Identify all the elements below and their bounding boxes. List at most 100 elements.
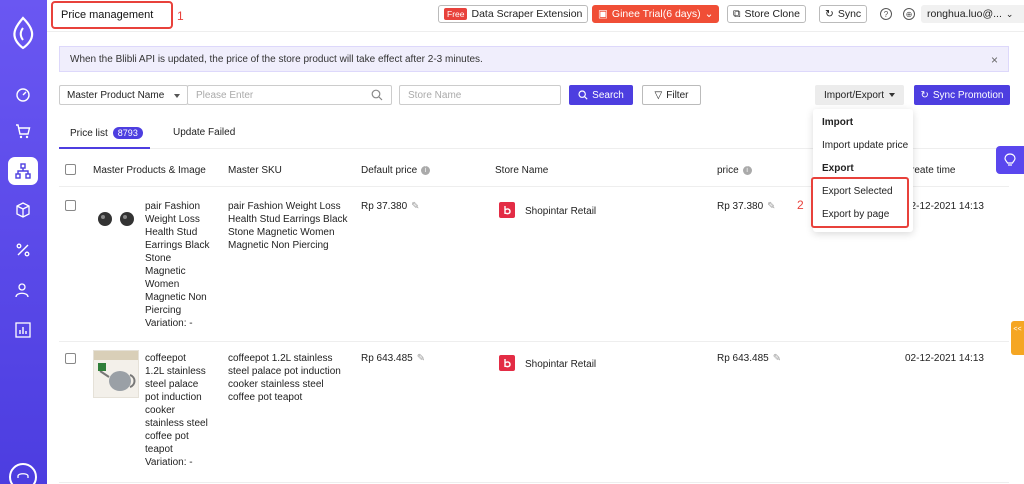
product-name: coffeepot 1.2L stainless steel palace po… bbox=[145, 353, 208, 468]
select-all-checkbox[interactable] bbox=[65, 164, 76, 175]
dashboard-icon[interactable] bbox=[8, 80, 38, 108]
store-name-input[interactable]: Store Name bbox=[399, 85, 561, 105]
free-tag: Free bbox=[444, 8, 468, 20]
sync-button[interactable]: ↻ Sync bbox=[819, 5, 868, 23]
export-highlight-box bbox=[811, 177, 909, 228]
field-select-value: Master Product Name bbox=[67, 90, 165, 101]
top-bar: Price management 1 Free Data Scraper Ext… bbox=[47, 0, 1024, 32]
import-update-price-item[interactable]: Import update price bbox=[822, 140, 908, 151]
edit-pencil-icon[interactable]: ✎ bbox=[767, 201, 775, 212]
row-checkbox[interactable] bbox=[65, 353, 76, 364]
header-price: price i bbox=[717, 165, 752, 176]
report-chart-icon[interactable] bbox=[8, 316, 38, 344]
info-icon[interactable]: i bbox=[742, 166, 752, 175]
sync-icon: ↻ bbox=[825, 8, 834, 20]
data-scraper-button[interactable]: Free Data Scraper Extension bbox=[438, 5, 589, 23]
user-label: ronghua.luo@... bbox=[927, 8, 1002, 20]
search-button[interactable]: Search bbox=[569, 85, 633, 105]
header-store-name: Store Name bbox=[495, 165, 549, 176]
users-icon[interactable] bbox=[8, 276, 38, 304]
caret-down-icon bbox=[174, 94, 180, 98]
chevron-down-icon: ⌄ bbox=[704, 8, 714, 20]
store-clone-button[interactable]: ⧉ Store Clone bbox=[727, 5, 806, 23]
price: Rp 37.380 ✎ bbox=[717, 201, 776, 212]
annotation-number-2: 2 bbox=[797, 198, 804, 212]
sync-label: Sync bbox=[837, 8, 862, 20]
filter-icon: ▽ bbox=[654, 89, 663, 101]
header-product: Master Products & Image bbox=[93, 165, 206, 176]
search-icon[interactable] bbox=[371, 89, 383, 104]
box-icon[interactable] bbox=[8, 196, 38, 224]
help-icon[interactable]: ? bbox=[880, 8, 892, 20]
search-placeholder: Please Enter bbox=[196, 90, 254, 101]
side-tab-text: << bbox=[1013, 326, 1022, 333]
filter-button[interactable]: ▽ Filter bbox=[642, 85, 701, 105]
data-scraper-label: Data Scraper Extension bbox=[471, 8, 583, 20]
master-sku: coffeepot 1.2L stainless steel palace po… bbox=[228, 353, 341, 403]
header-price-label: price bbox=[717, 165, 739, 176]
ginee-trial-label: Ginee Trial(6 days) bbox=[611, 8, 701, 20]
close-icon[interactable]: × bbox=[991, 53, 998, 67]
active-tab-indicator bbox=[59, 147, 150, 149]
sync-promotion-label: Sync Promotion bbox=[932, 89, 1004, 101]
search-button-label: Search bbox=[592, 89, 624, 101]
page-title: Price management bbox=[51, 1, 173, 29]
store-name: Shopintar Retail bbox=[525, 206, 597, 217]
price: Rp 643.485 ✎ bbox=[717, 353, 782, 364]
collapse-side-tab[interactable]: << bbox=[1011, 321, 1024, 355]
field-select[interactable]: Master Product Name bbox=[59, 85, 188, 105]
edit-pencil-icon[interactable]: ✎ bbox=[411, 201, 419, 212]
product-image bbox=[93, 208, 139, 230]
tab-price-list-label: Price list bbox=[70, 127, 108, 139]
store-name-placeholder: Store Name bbox=[408, 90, 462, 101]
product-name: pair Fashion Weight Loss Health Stud Ear… bbox=[145, 201, 210, 329]
chevron-down-icon: ⌄ bbox=[1005, 8, 1014, 19]
tab-update-failed[interactable]: Update Failed bbox=[173, 127, 235, 138]
ginee-trial-button[interactable]: ▣ Ginee Trial(6 days) ⌄ bbox=[592, 5, 720, 23]
percent-icon[interactable] bbox=[8, 236, 38, 264]
blibli-store-icon bbox=[499, 355, 515, 371]
row-divider bbox=[59, 482, 1009, 483]
user-menu[interactable]: ronghua.luo@... ⌄ bbox=[921, 5, 1024, 23]
tab-price-list[interactable]: Price list 8793 bbox=[70, 127, 143, 139]
filter-button-label: Filter bbox=[666, 89, 689, 101]
master-sku: pair Fashion Weight Loss Health Stud Ear… bbox=[228, 201, 348, 251]
sync-promotion-button[interactable]: ↻ Sync Promotion bbox=[914, 85, 1010, 105]
store-clone-label: Store Clone bbox=[744, 8, 800, 20]
gift-icon: ▣ bbox=[598, 8, 608, 20]
product-image bbox=[93, 350, 139, 398]
dropdown-import-header: Import bbox=[822, 117, 854, 128]
blibli-store-icon bbox=[499, 202, 515, 218]
product-tree-icon[interactable] bbox=[8, 157, 38, 185]
default-price: Rp 643.485 ✎ bbox=[361, 353, 426, 364]
support-headset-icon[interactable] bbox=[9, 463, 37, 484]
store-name: Shopintar Retail bbox=[525, 359, 597, 370]
notice-text: When the Blibli API is updated, the pric… bbox=[70, 53, 483, 65]
header-default-price-label: Default price bbox=[361, 165, 418, 176]
default-price: Rp 37.380 ✎ bbox=[361, 201, 420, 212]
row-divider bbox=[59, 341, 1009, 342]
row-checkbox[interactable] bbox=[65, 200, 76, 211]
caret-down-icon bbox=[889, 93, 896, 97]
info-icon[interactable]: i bbox=[421, 166, 431, 175]
header-create-time: reate time bbox=[911, 165, 956, 176]
annotation-number-1: 1 bbox=[177, 9, 184, 23]
import-export-button[interactable]: Import/Export bbox=[815, 85, 904, 105]
price-list-count-badge: 8793 bbox=[112, 127, 143, 139]
tab-update-failed-label: Update Failed bbox=[173, 127, 236, 138]
app-logo-icon[interactable] bbox=[9, 14, 37, 52]
sync-icon: ↻ bbox=[920, 89, 929, 101]
globe-icon[interactable]: ⊕ bbox=[903, 8, 915, 20]
header-default-price: Default price i bbox=[361, 165, 431, 176]
dropdown-export-header: Export bbox=[822, 163, 854, 174]
sidebar bbox=[0, 0, 47, 484]
import-export-label: Import/Export bbox=[823, 89, 885, 101]
create-time: 02-12-2021 14:13 bbox=[905, 201, 984, 212]
edit-pencil-icon[interactable]: ✎ bbox=[773, 353, 781, 364]
create-time: 02-12-2021 14:13 bbox=[905, 353, 984, 364]
lightbulb-icon[interactable] bbox=[996, 146, 1024, 174]
edit-pencil-icon[interactable]: ✎ bbox=[417, 353, 425, 364]
header-sku: Master SKU bbox=[228, 165, 282, 176]
cart-icon[interactable] bbox=[8, 117, 38, 145]
search-input[interactable]: Please Enter bbox=[187, 85, 392, 105]
